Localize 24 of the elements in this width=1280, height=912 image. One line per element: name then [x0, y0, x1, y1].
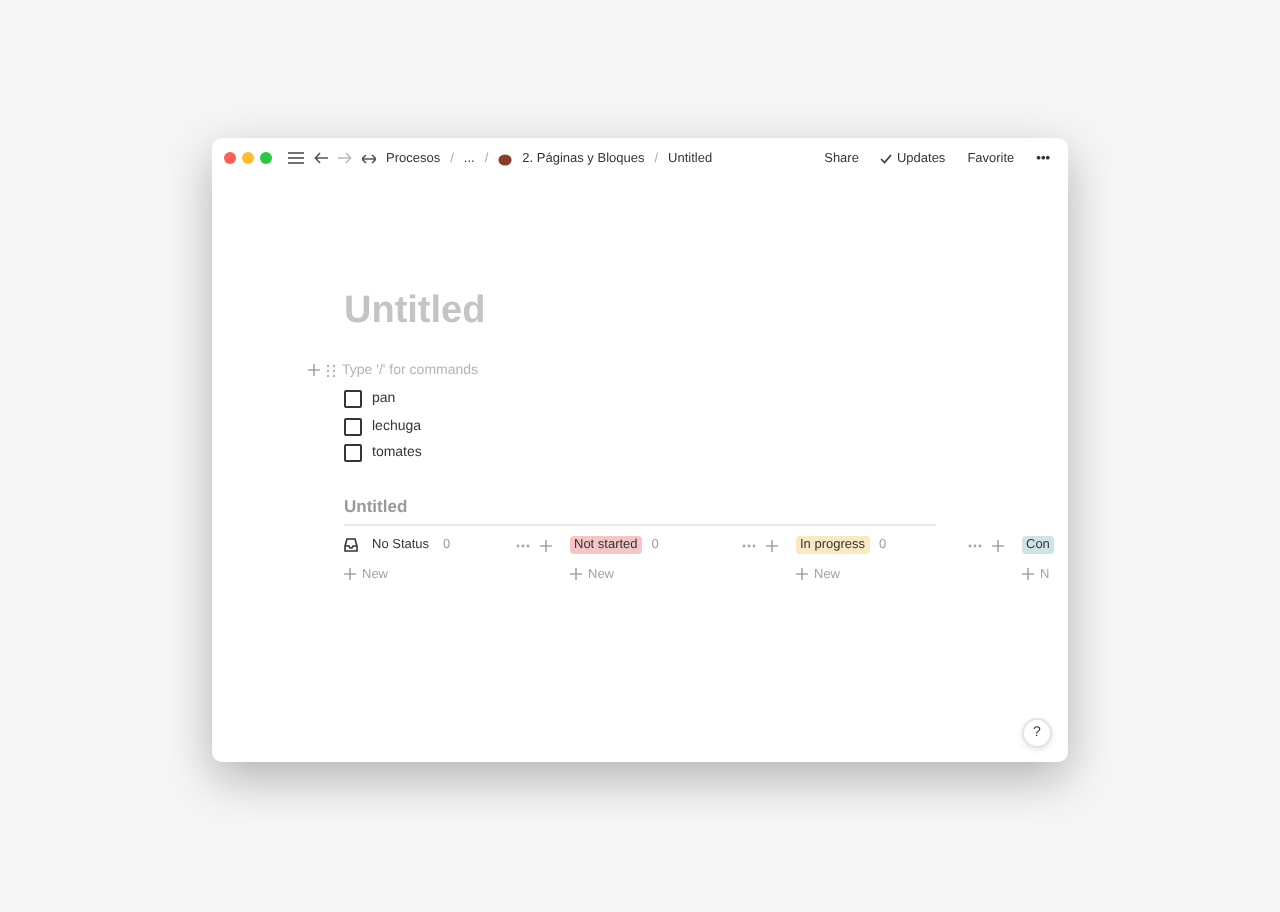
add-block-icon [308, 364, 320, 376]
page-icon [498, 151, 513, 165]
menu-icon[interactable] [288, 152, 304, 164]
inbox-icon [344, 538, 358, 552]
plus-icon [570, 568, 582, 580]
todo-checkbox[interactable] [344, 444, 362, 463]
add-icon [766, 539, 778, 551]
plus-icon [1022, 568, 1034, 580]
add-icon [992, 539, 1004, 551]
todo-checkbox[interactable] [344, 390, 362, 409]
page-title: Untitled [344, 290, 488, 334]
drag-handle-icon[interactable] [326, 363, 336, 377]
check-icon [880, 153, 893, 163]
todo-checkbox[interactable] [344, 417, 362, 436]
minimize-button[interactable] [242, 152, 254, 164]
close-button[interactable] [224, 152, 236, 164]
arrows-icon [362, 153, 376, 163]
back-icon[interactable] [314, 152, 328, 164]
add-icon [540, 539, 552, 551]
forward-icon[interactable] [338, 152, 352, 164]
zoom-button[interactable] [260, 152, 272, 164]
plus-icon [796, 568, 808, 580]
plus-icon [344, 568, 356, 580]
board-title: Untitled [344, 495, 936, 525]
